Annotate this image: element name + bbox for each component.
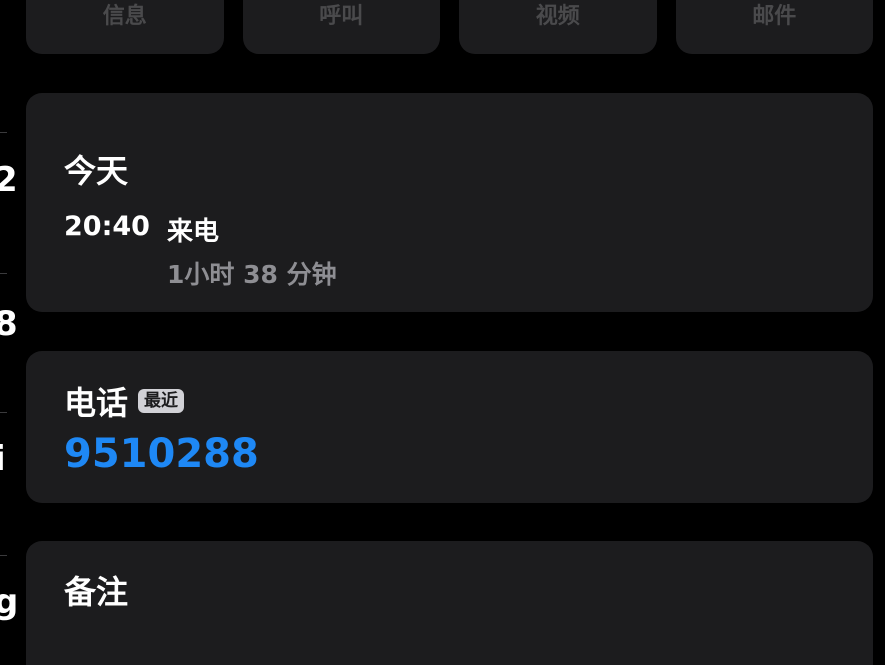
contact-detail-page: 2 8 i g 信息 呼叫 视频 邮件 今天 20:40 来电 1小时 38 分… (0, 0, 885, 665)
recent-calls-card: 今天 20:40 来电 1小时 38 分钟 (26, 93, 873, 312)
video-button-label: 视频 (535, 4, 580, 29)
phone-label: 电话 (64, 384, 129, 422)
mail-button-label: 邮件 (752, 4, 797, 29)
sidebar-edge-glyph: 2 (0, 160, 18, 200)
phone-card: 电话 最近 9510288 (26, 351, 873, 503)
notes-card[interactable]: 备注 (26, 541, 873, 665)
phone-header: 电话 最近 (64, 378, 185, 424)
sidebar-divider (0, 132, 7, 133)
sidebar-edge: 2 8 i g (0, 0, 18, 665)
sidebar-edge-glyph: i (0, 442, 6, 476)
sidebar-edge-glyph: g (0, 582, 19, 622)
message-button[interactable]: 信息 (26, 0, 224, 54)
notes-title: 备注 (64, 573, 129, 611)
call-duration: 1小时 38 分钟 (167, 260, 337, 289)
sidebar-divider (0, 273, 7, 274)
mail-button[interactable]: 邮件 (675, 0, 873, 54)
video-button[interactable]: 视频 (459, 0, 657, 54)
call-button[interactable]: 呼叫 (242, 0, 440, 54)
sidebar-edge-glyph: 8 (0, 304, 18, 344)
sidebar-divider (0, 412, 7, 413)
call-button-label: 呼叫 (319, 4, 364, 29)
sidebar-divider (0, 555, 7, 556)
call-type: 来电 (167, 217, 220, 247)
contact-actions: 信息 呼叫 视频 邮件 (26, 0, 873, 54)
call-time: 20:40 (64, 211, 150, 242)
recent-badge: 最近 (138, 389, 185, 413)
phone-number-link[interactable]: 9510288 (64, 431, 259, 477)
message-button-label: 信息 (102, 4, 147, 29)
recent-calls-title: 今天 (64, 152, 129, 190)
